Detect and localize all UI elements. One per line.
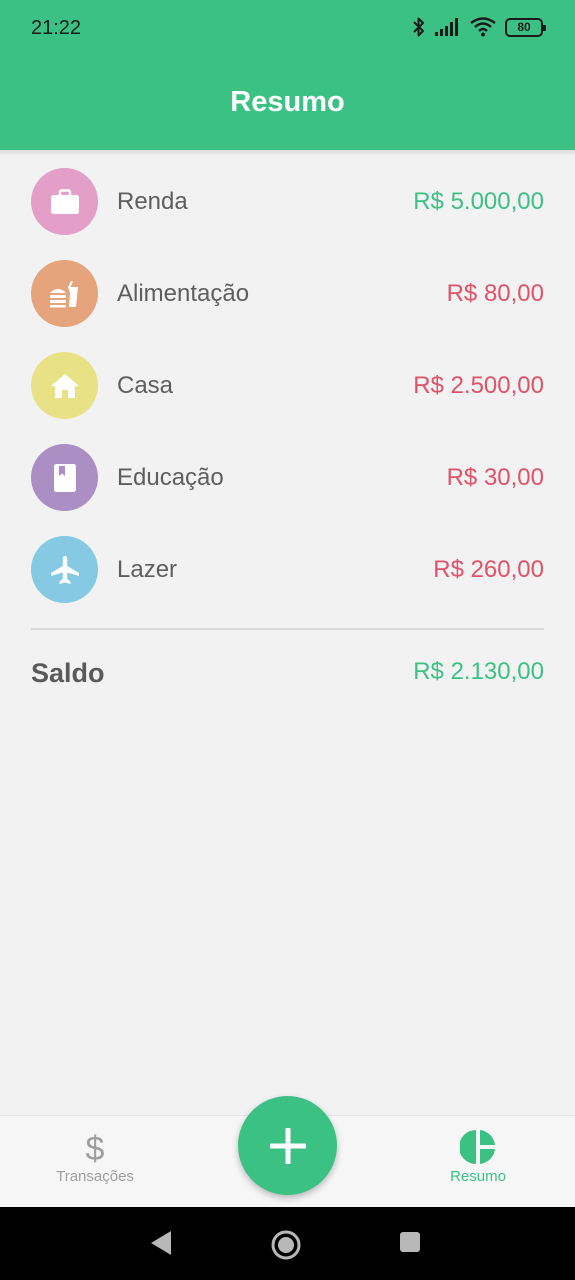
category-icon-circle [31,444,98,511]
nav-label: Resumo [450,1168,506,1185]
system-navigation-bar [0,1207,575,1280]
category-row-lazer[interactable]: Lazer R$ 260,00 [0,524,575,616]
category-row-casa[interactable]: Casa R$ 2.500,00 [0,340,575,432]
category-row-renda[interactable]: Renda R$ 5.000,00 [0,156,575,248]
svg-text:$: $ [86,1130,105,1165]
category-icon-circle [31,352,98,419]
category-icon-circle [31,536,98,603]
battery-level: 80 [517,19,531,34]
category-amount: R$ 5.000,00 [413,188,544,215]
back-icon[interactable] [149,1229,173,1257]
nav-item-resumo[interactable]: Resumo [398,1116,558,1208]
briefcase-icon [50,188,79,214]
wifi-icon [470,17,496,37]
nav-item-transacoes[interactable]: $ Transações [15,1116,175,1208]
balance-value: R$ 2.130,00 [413,658,544,685]
category-label: Educação [117,464,224,491]
category-label: Casa [117,372,174,399]
category-label: Renda [117,188,188,215]
home-button-icon[interactable] [270,1229,302,1261]
page-title: Resumo [230,85,345,118]
battery-icon: 80 [505,17,546,37]
category-amount: R$ 30,00 [446,464,544,491]
app-bar: Resumo [0,56,575,150]
balance-label: Saldo [31,658,105,688]
book-icon [53,463,76,492]
airplane-icon [50,555,79,584]
category-list: Renda R$ 5.000,00 Alimentação R$ 80,00 C… [0,156,575,616]
status-time: 21:22 [31,17,82,39]
category-amount: R$ 2.500,00 [413,372,544,399]
category-amount: R$ 260,00 [433,556,544,583]
category-row-alimentacao[interactable]: Alimentação R$ 80,00 [0,248,575,340]
category-icon-circle [31,168,98,235]
category-row-educacao[interactable]: Educação R$ 30,00 [0,432,575,524]
status-icons: 80 [412,16,546,38]
add-transaction-button[interactable] [238,1096,337,1195]
home-icon [50,373,79,398]
signal-icon [435,18,458,36]
nav-label: Transações [56,1168,134,1185]
recents-icon[interactable] [398,1229,422,1255]
bluetooth-icon [413,17,424,37]
status-bar: 21:22 80 [0,0,575,56]
category-label: Alimentação [117,280,250,307]
plus-icon [269,1127,306,1164]
category-label: Lazer [117,556,178,583]
fastfood-icon [49,280,78,307]
category-icon-circle [31,260,98,327]
divider [31,628,544,630]
dollar-icon: $ [86,1130,105,1165]
pie-chart-icon [460,1130,495,1164]
category-amount: R$ 80,00 [446,280,544,307]
